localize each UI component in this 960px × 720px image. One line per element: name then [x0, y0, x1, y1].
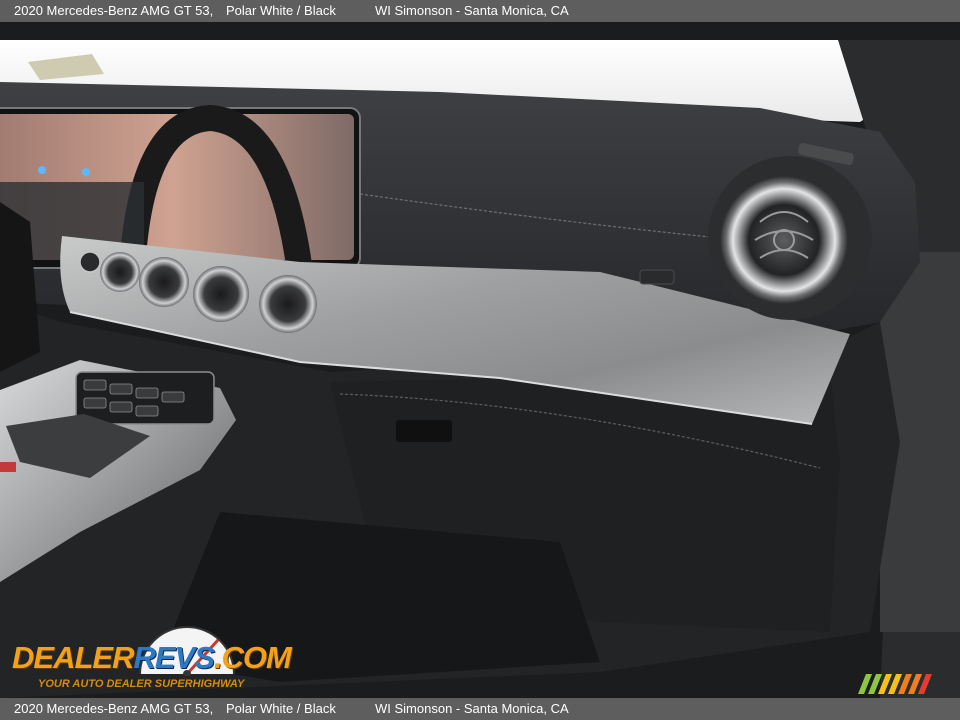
dealer-label: WI Simonson - Santa Monica, CA	[375, 701, 569, 716]
display-glow-2	[82, 168, 90, 176]
vehicle-model-label: 2020 Mercedes-Benz AMG GT 53,	[14, 701, 214, 716]
display-glow-1	[38, 166, 46, 174]
dealerrevs-watermark: DEALERREVS.COM YOUR AUTO DEALER SUPERHIG…	[10, 624, 292, 694]
photo-page: 2020 Mercedes-Benz AMG GT 53, Polar Whit…	[0, 0, 960, 720]
dealerrevs-logo: DEALERREVS.COM	[12, 640, 292, 675]
interior-photo	[0, 22, 960, 698]
console-switch-red	[0, 462, 16, 472]
dealer-label: WI Simonson - Santa Monica, CA	[375, 3, 569, 18]
round-vent	[720, 176, 848, 304]
vehicle-color-label: Polar White / Black	[226, 701, 336, 716]
caption-bar-bottom: 2020 Mercedes-Benz AMG GT 53, Polar Whit…	[0, 698, 960, 720]
caption-bar-top: 2020 Mercedes-Benz AMG GT 53, Polar Whit…	[0, 0, 960, 22]
brand-stripes-icon	[858, 674, 932, 694]
glovebox-handle	[396, 420, 452, 442]
airbag-label	[639, 269, 675, 285]
vehicle-color-label: Polar White / Black	[226, 3, 336, 18]
vehicle-model-label: 2020 Mercedes-Benz AMG GT 53,	[14, 3, 214, 18]
dealerrevs-tagline: YOUR AUTO DEALER SUPERHIGHWAY	[38, 678, 245, 690]
